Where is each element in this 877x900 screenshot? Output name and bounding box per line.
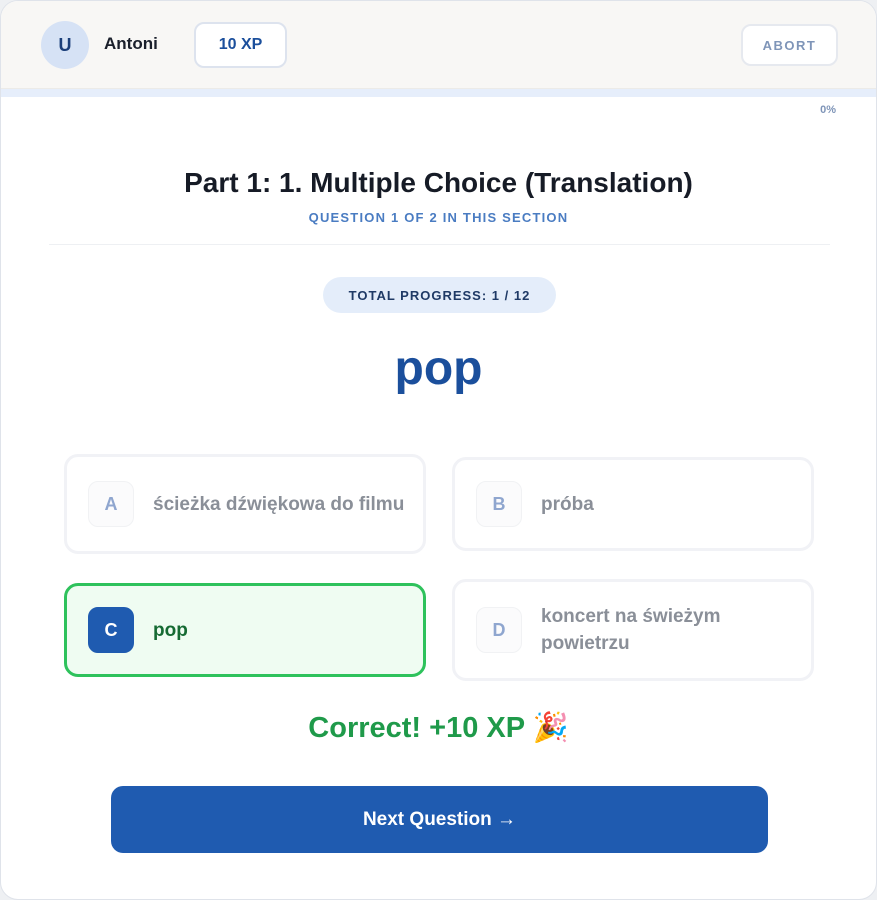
- option-text: pop: [153, 619, 188, 641]
- option-c-correct[interactable]: C pop: [64, 583, 426, 677]
- option-letter: A: [88, 481, 134, 527]
- xp-badge: 10 XP: [194, 22, 287, 68]
- divider: [49, 244, 830, 245]
- option-letter: D: [476, 607, 522, 653]
- progress-bar: [1, 89, 876, 97]
- option-text: ścieżka dźwiękowa do filmu: [153, 493, 405, 515]
- option-letter: C: [88, 607, 134, 653]
- option-letter: B: [476, 481, 522, 527]
- progress-percent: 0%: [820, 104, 836, 116]
- feedback-message: Correct! +10 XP 🎉: [308, 712, 569, 744]
- total-progress-badge: TOTAL PROGRESS: 1 / 12: [323, 277, 556, 313]
- user-name: Antoni: [104, 34, 158, 53]
- quiz-header: U Antoni 10 XP ABORT: [1, 1, 876, 89]
- section-title: Part 1: 1. Multiple Choice (Translation): [184, 167, 693, 198]
- option-b[interactable]: B próba: [452, 457, 814, 551]
- option-text: koncert na świeżym powietrzu: [541, 606, 721, 654]
- option-a[interactable]: A ścieżka dźwiękowa do filmu: [64, 454, 426, 554]
- abort-button[interactable]: ABORT: [741, 24, 838, 66]
- option-text: próba: [541, 493, 594, 515]
- option-d[interactable]: D koncert na świeżym powietrzu: [452, 579, 814, 681]
- next-question-button[interactable]: Next Question →: [111, 786, 768, 853]
- section-subtitle: QUESTION 1 OF 2 IN THIS SECTION: [308, 210, 569, 225]
- quiz-card: U Antoni 10 XP ABORT 0% Part 1: 1. Multi…: [0, 0, 877, 900]
- avatar: U: [41, 21, 89, 69]
- prompt-word: pop: [394, 342, 483, 395]
